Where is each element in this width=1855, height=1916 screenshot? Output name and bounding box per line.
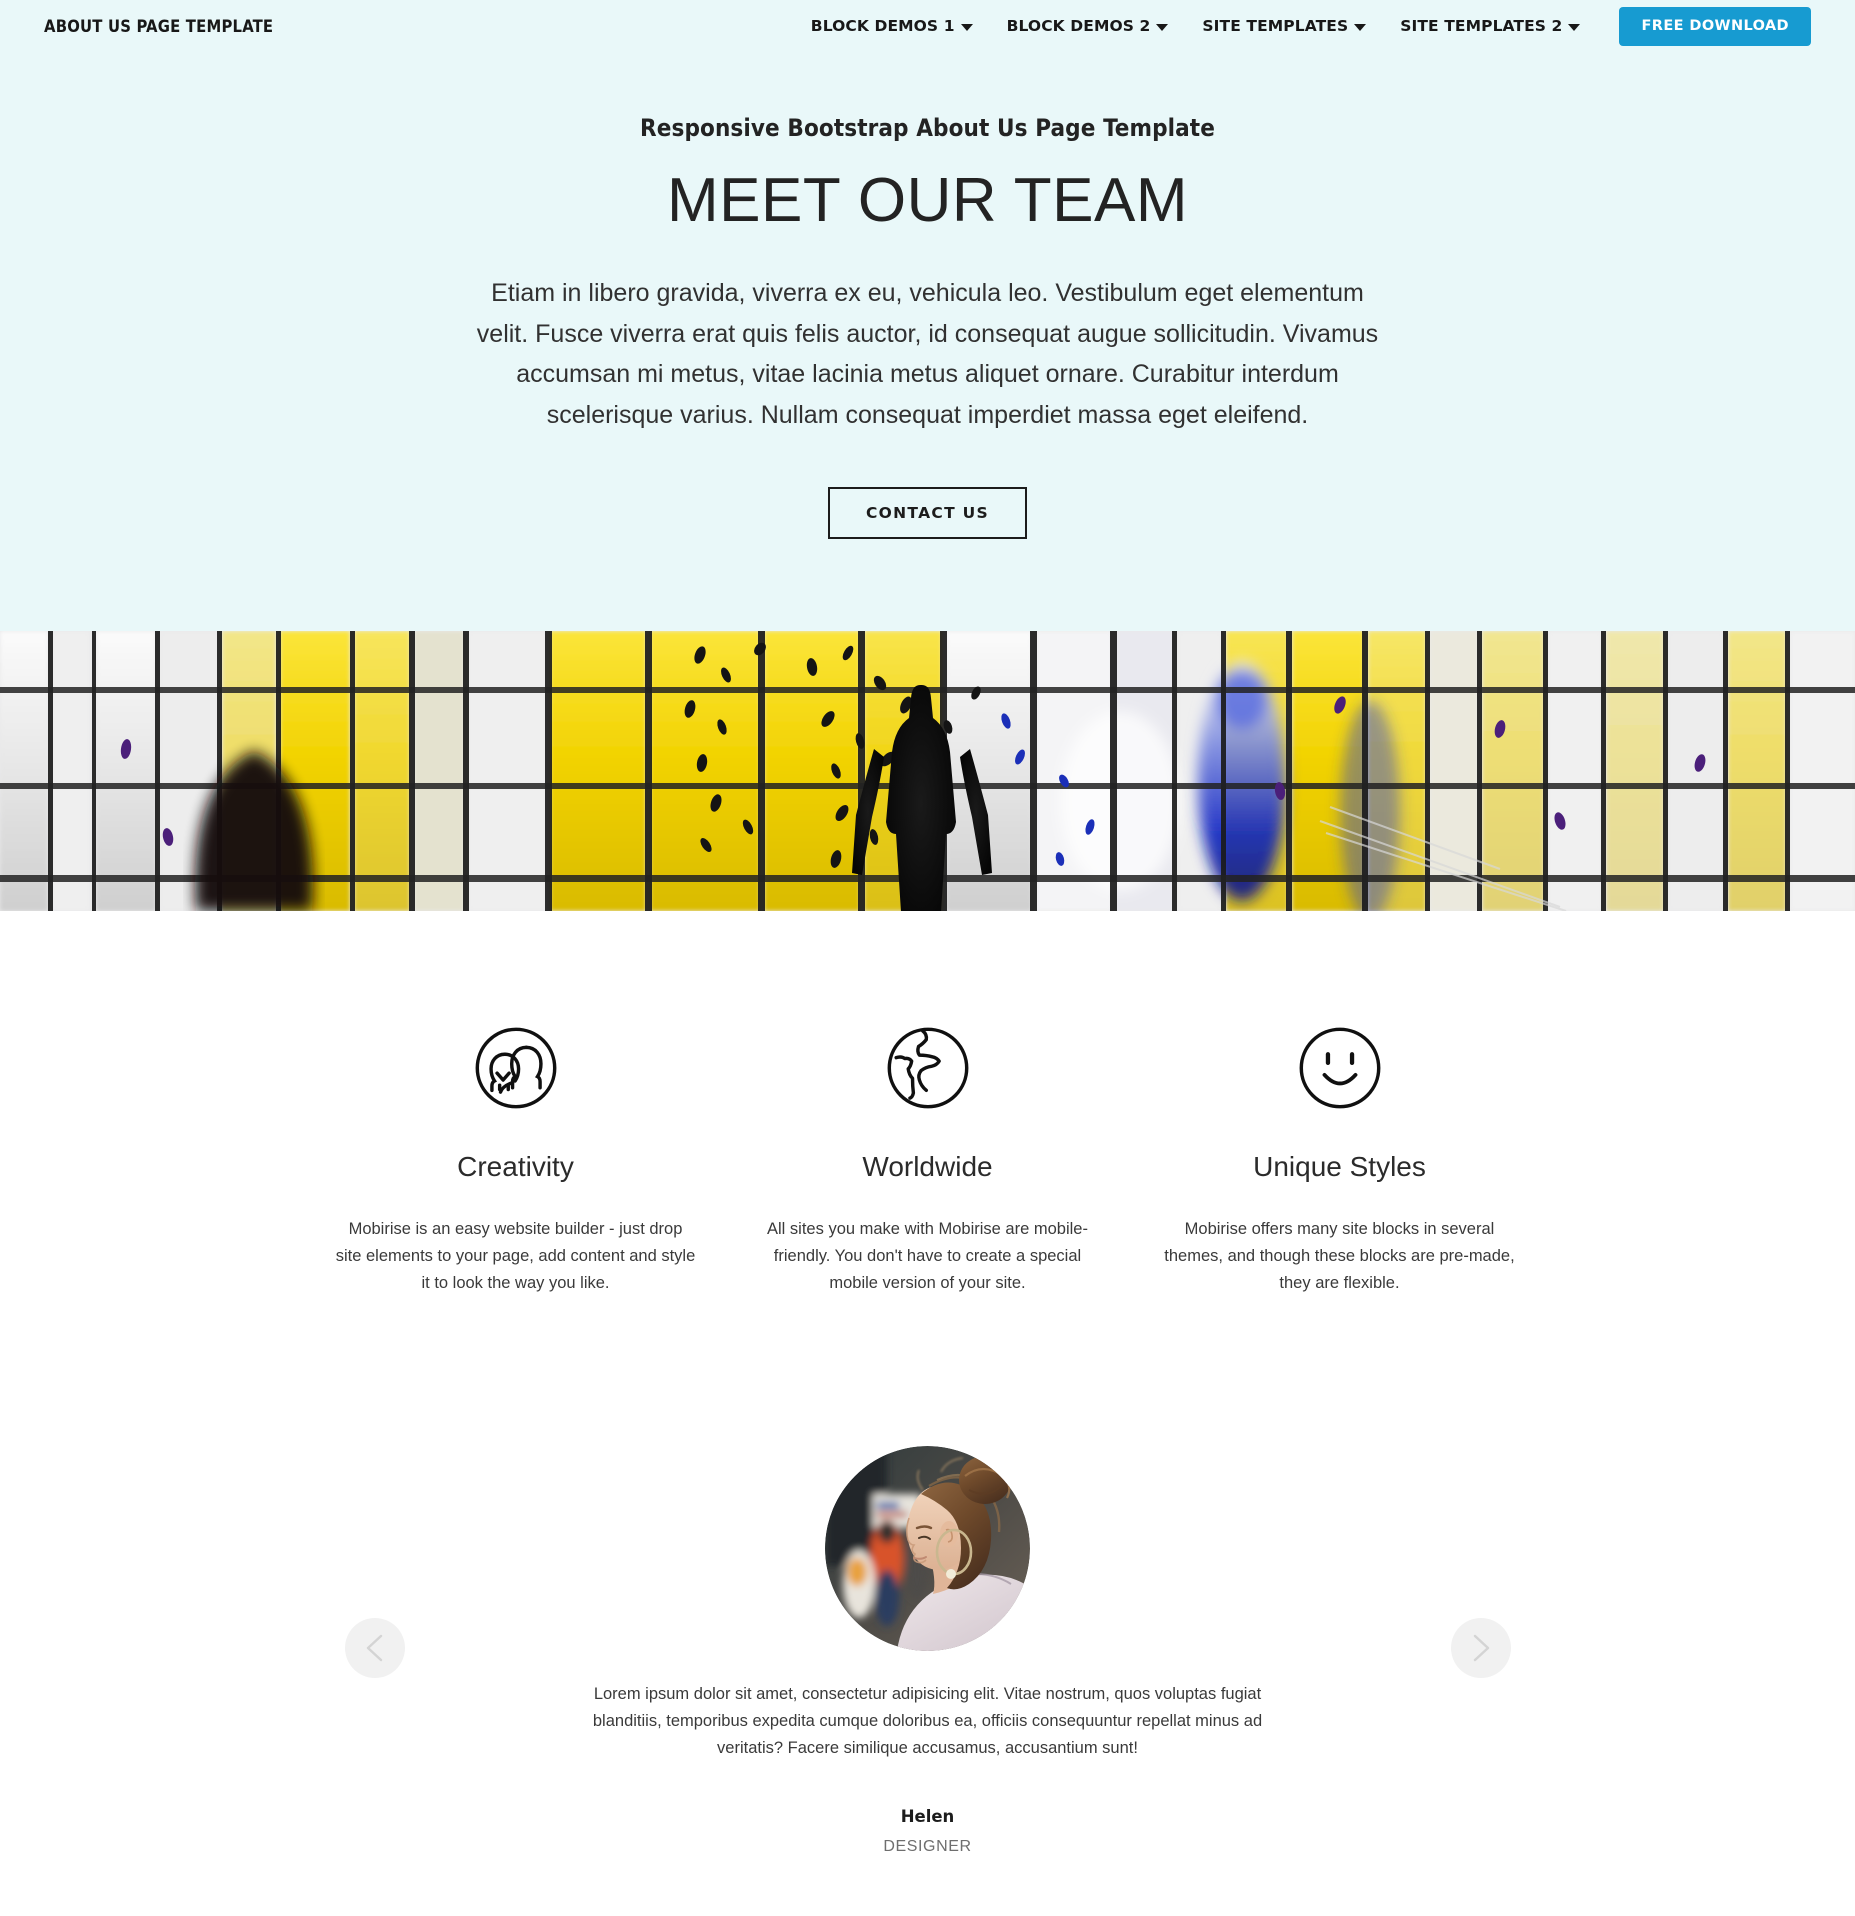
page-title: MEET OUR TEAM [667, 166, 1188, 235]
avatar-image [825, 1446, 1030, 1652]
feature-text: Mobirise is an easy website builder - ju… [335, 1220, 696, 1292]
nav-item-label: BLOCK DEMOS 1 [810, 17, 955, 35]
chevron-down-icon [1156, 23, 1169, 31]
features-section: Creativity Mobirise is an easy website b… [0, 911, 1855, 1405]
chevron-down-icon [960, 23, 973, 31]
testimonial-carousel: Lorem ipsum dolor sit amet, consectetur … [0, 1404, 1855, 1916]
hero-paragraph: Etiam in libero gravida, viverra ex eu, … [476, 279, 1379, 429]
feature-text: All sites you make with Mobirise are mob… [767, 1220, 1088, 1292]
nav-item-block-demos-2[interactable]: BLOCK DEMOS 2 [990, 17, 1186, 35]
hero-section: Responsive Bootstrap About Us Page Templ… [0, 52, 1855, 632]
testimonial-author: Helen [900, 1807, 955, 1827]
nav-item-label: SITE TEMPLATES 2 [1400, 17, 1563, 35]
free-download-button[interactable]: FREE DOWNLOAD [1619, 6, 1811, 46]
contact-us-button[interactable]: CONTACT US [828, 487, 1027, 540]
top-navbar: ABOUT US PAGE TEMPLATE BLOCK DEMOS 1 BLO… [0, 0, 1855, 52]
chevron-left-icon [366, 1635, 382, 1662]
chevron-down-icon [1354, 23, 1367, 31]
testimonial-slide: Lorem ipsum dolor sit amet, consectetur … [453, 1446, 1403, 1856]
testimonial-role: DESIGNER [883, 1838, 972, 1856]
carousel-prev-button[interactable] [344, 1618, 405, 1679]
feature-title: Creativity [457, 1151, 574, 1183]
feature-card-worldwide: Worldwide All sites you make with Mobiri… [748, 1025, 1108, 1296]
nav-item-site-templates-2[interactable]: SITE TEMPLATES 2 [1383, 17, 1597, 35]
carousel-next-button[interactable] [1450, 1618, 1511, 1679]
banner-image [0, 631, 1855, 912]
nav-item-block-demos-1[interactable]: BLOCK DEMOS 1 [794, 17, 990, 35]
people-icon [475, 1027, 556, 1109]
banner-artwork [0, 631, 1855, 912]
avatar [825, 1446, 1030, 1652]
feature-text: Mobirise offers many site blocks in seve… [1164, 1220, 1515, 1292]
hero-kicker: Responsive Bootstrap About Us Page Templ… [640, 114, 1215, 142]
feature-title: Worldwide [862, 1151, 993, 1183]
nav-item-label: SITE TEMPLATES [1202, 17, 1349, 35]
feature-card-unique-styles: Unique Styles Mobirise offers many site … [1160, 1025, 1520, 1296]
feature-title: Unique Styles [1253, 1151, 1426, 1183]
testimonial-quote: Lorem ipsum dolor sit amet, consectetur … [592, 1685, 1263, 1757]
chevron-down-icon [1568, 23, 1581, 31]
brand-title[interactable]: ABOUT US PAGE TEMPLATE [44, 17, 273, 36]
chevron-right-icon [1473, 1635, 1489, 1662]
primary-nav: BLOCK DEMOS 1 BLOCK DEMOS 2 SITE TEMPLAT… [794, 6, 1811, 46]
smiley-icon [1299, 1027, 1380, 1109]
nav-item-label: BLOCK DEMOS 2 [1006, 17, 1151, 35]
hero-cta-wrapper: CONTACT US [0, 487, 1855, 540]
feature-card-creativity: Creativity Mobirise is an easy website b… [336, 1025, 696, 1296]
globe-icon [887, 1027, 968, 1109]
nav-item-site-templates[interactable]: SITE TEMPLATES [1185, 17, 1383, 35]
